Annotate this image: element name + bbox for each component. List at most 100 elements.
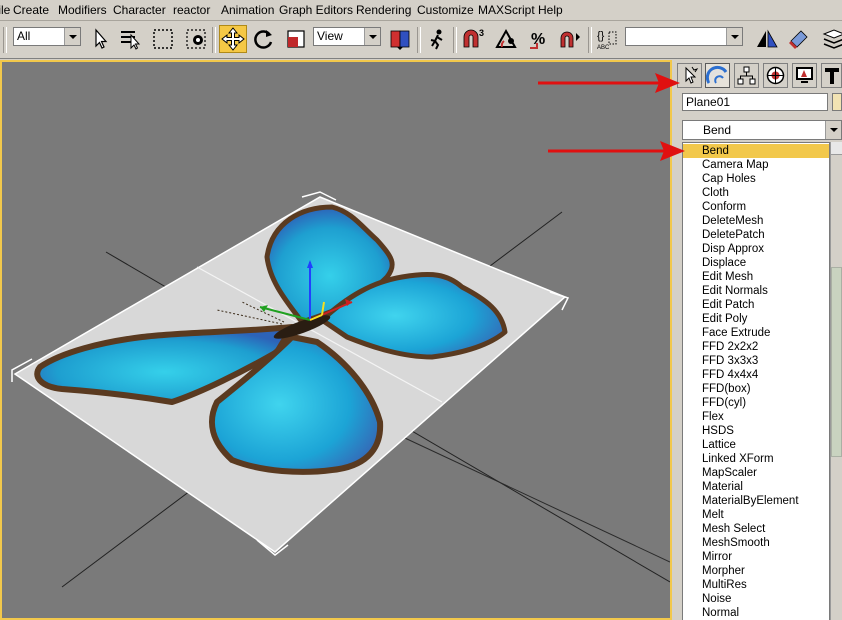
modifier-item[interactable]: Cloth (683, 186, 829, 200)
pivot-center-icon (390, 30, 410, 50)
modifier-item[interactable]: Melt (683, 508, 829, 522)
modifier-item[interactable]: Cap Holes (683, 172, 829, 186)
named-selection-set-dropdown[interactable] (625, 27, 743, 46)
tab-motion[interactable] (763, 63, 788, 88)
perspective-viewport[interactable] (0, 60, 672, 620)
modifier-item[interactable]: Material (683, 480, 829, 494)
modifier-item[interactable]: Flex (683, 410, 829, 424)
menu-help[interactable]: Help (538, 3, 563, 17)
scrollbar-thumb[interactable] (831, 267, 842, 457)
modifier-list[interactable]: Bend Camera Map Cap Holes Cloth Conform … (682, 142, 830, 620)
edit-named-selection-button[interactable]: {} ABC (596, 27, 620, 51)
spinner-snap-button[interactable] (558, 27, 582, 51)
menu-file[interactable]: File (0, 3, 10, 17)
modifier-item[interactable]: MultiRes (683, 578, 829, 592)
reference-coordinate-dropdown[interactable]: View (313, 27, 381, 46)
manipulate-icon (430, 29, 443, 50)
menu-modifiers[interactable]: Modifiers (58, 3, 107, 17)
menu-create[interactable]: Create (13, 3, 49, 17)
modifier-list-value: Bend (703, 123, 732, 137)
modifier-item[interactable]: FFD(cyl) (683, 396, 829, 410)
menu-animation[interactable]: Animation (221, 3, 274, 17)
modifier-item-bend[interactable]: Bend (683, 144, 829, 158)
modifier-item[interactable]: Edit Normals (683, 284, 829, 298)
modifier-item[interactable]: Normal (683, 606, 829, 620)
modifier-item[interactable]: Displace (683, 256, 829, 270)
angle-snap-button[interactable] (494, 27, 518, 51)
menu-reactor[interactable]: reactor (173, 3, 210, 17)
menu-character[interactable]: Character (113, 3, 166, 17)
menu-customize[interactable]: Customize (417, 3, 474, 17)
modify-rainbow-icon (705, 65, 728, 84)
align-button[interactable] (787, 27, 811, 51)
menu-graph-editors[interactable]: Graph Editors (279, 3, 353, 17)
layer-manager-button[interactable] (822, 27, 842, 51)
rotate-icon (254, 30, 273, 49)
modifier-item[interactable]: DeleteMesh (683, 214, 829, 228)
tab-create[interactable] (677, 63, 702, 88)
modifier-list-dropdown[interactable]: Bend (682, 120, 842, 140)
chevron-down-icon[interactable] (64, 28, 80, 45)
svg-text:%: % (531, 31, 545, 48)
mirror-icon (757, 29, 778, 48)
modifier-item[interactable]: Noise (683, 592, 829, 606)
select-and-move-button[interactable] (219, 25, 247, 53)
scroll-up-button[interactable] (831, 142, 842, 155)
modifier-item[interactable]: Morpher (683, 564, 829, 578)
modifier-item[interactable]: FFD 2x2x2 (683, 340, 829, 354)
percent-snap-button[interactable]: % (527, 27, 551, 51)
modifier-item[interactable]: Conform (683, 200, 829, 214)
modifier-item[interactable]: Edit Patch (683, 298, 829, 312)
tab-hierarchy[interactable] (734, 63, 759, 88)
modifier-item[interactable]: Edit Mesh (683, 270, 829, 284)
tab-modify[interactable] (705, 63, 730, 88)
modifier-item[interactable]: MaterialByElement (683, 494, 829, 508)
selection-filter-dropdown[interactable]: All (13, 27, 81, 46)
modifier-item[interactable]: Mesh Select (683, 522, 829, 536)
modifier-item[interactable]: MeshSmooth (683, 536, 829, 550)
chevron-down-icon[interactable] (726, 28, 742, 45)
window-crossing-icon (186, 29, 206, 49)
select-and-rotate-button[interactable] (252, 27, 276, 51)
pivot-center-button[interactable] (388, 27, 412, 51)
select-and-move-icon (221, 27, 245, 51)
display-monitor-icon (796, 67, 813, 83)
modifier-item[interactable]: Linked XForm (683, 452, 829, 466)
tab-utilities[interactable] (821, 63, 842, 88)
modifier-item[interactable]: FFD(box) (683, 382, 829, 396)
menu-rendering[interactable]: Rendering (356, 3, 411, 17)
modifier-item[interactable]: Edit Poly (683, 312, 829, 326)
window-crossing-button[interactable] (184, 27, 208, 51)
snap-toggle-button[interactable]: 3 (460, 27, 484, 51)
select-and-manipulate-button[interactable] (425, 27, 449, 51)
tab-display[interactable] (792, 63, 817, 88)
modifier-list-scrollbar[interactable] (830, 142, 842, 620)
modifier-item[interactable]: Face Extrude (683, 326, 829, 340)
select-and-scale-button[interactable] (284, 27, 308, 51)
modifier-item[interactable]: FFD 4x4x4 (683, 368, 829, 382)
object-name-field[interactable]: Plane01 (682, 93, 828, 111)
chevron-down-icon[interactable] (364, 28, 380, 45)
layers-icon (822, 29, 842, 49)
svg-text:{}: {} (597, 30, 605, 42)
modifier-item[interactable]: Mirror (683, 550, 829, 564)
object-color-swatch[interactable] (832, 93, 842, 111)
toolbar-separator (417, 27, 421, 53)
modifier-item[interactable]: MapScaler (683, 466, 829, 480)
viewport-scene[interactable] (2, 62, 670, 618)
select-by-name-button[interactable] (118, 27, 142, 51)
snap-3d-icon: 3 (463, 28, 484, 48)
rectangular-selection-icon (153, 29, 173, 49)
chevron-down-icon[interactable] (825, 121, 841, 139)
command-panel-tabs (674, 60, 842, 90)
menu-maxscript[interactable]: MAXScript (478, 3, 535, 17)
modifier-item[interactable]: Camera Map (683, 158, 829, 172)
modifier-item[interactable]: DeletePatch (683, 228, 829, 242)
modifier-item[interactable]: Disp Approx (683, 242, 829, 256)
modifier-item[interactable]: Lattice (683, 438, 829, 452)
modifier-item[interactable]: FFD 3x3x3 (683, 354, 829, 368)
select-object-button[interactable] (88, 27, 112, 51)
mirror-button[interactable] (755, 27, 779, 51)
modifier-item[interactable]: HSDS (683, 424, 829, 438)
rectangular-selection-button[interactable] (151, 27, 175, 51)
